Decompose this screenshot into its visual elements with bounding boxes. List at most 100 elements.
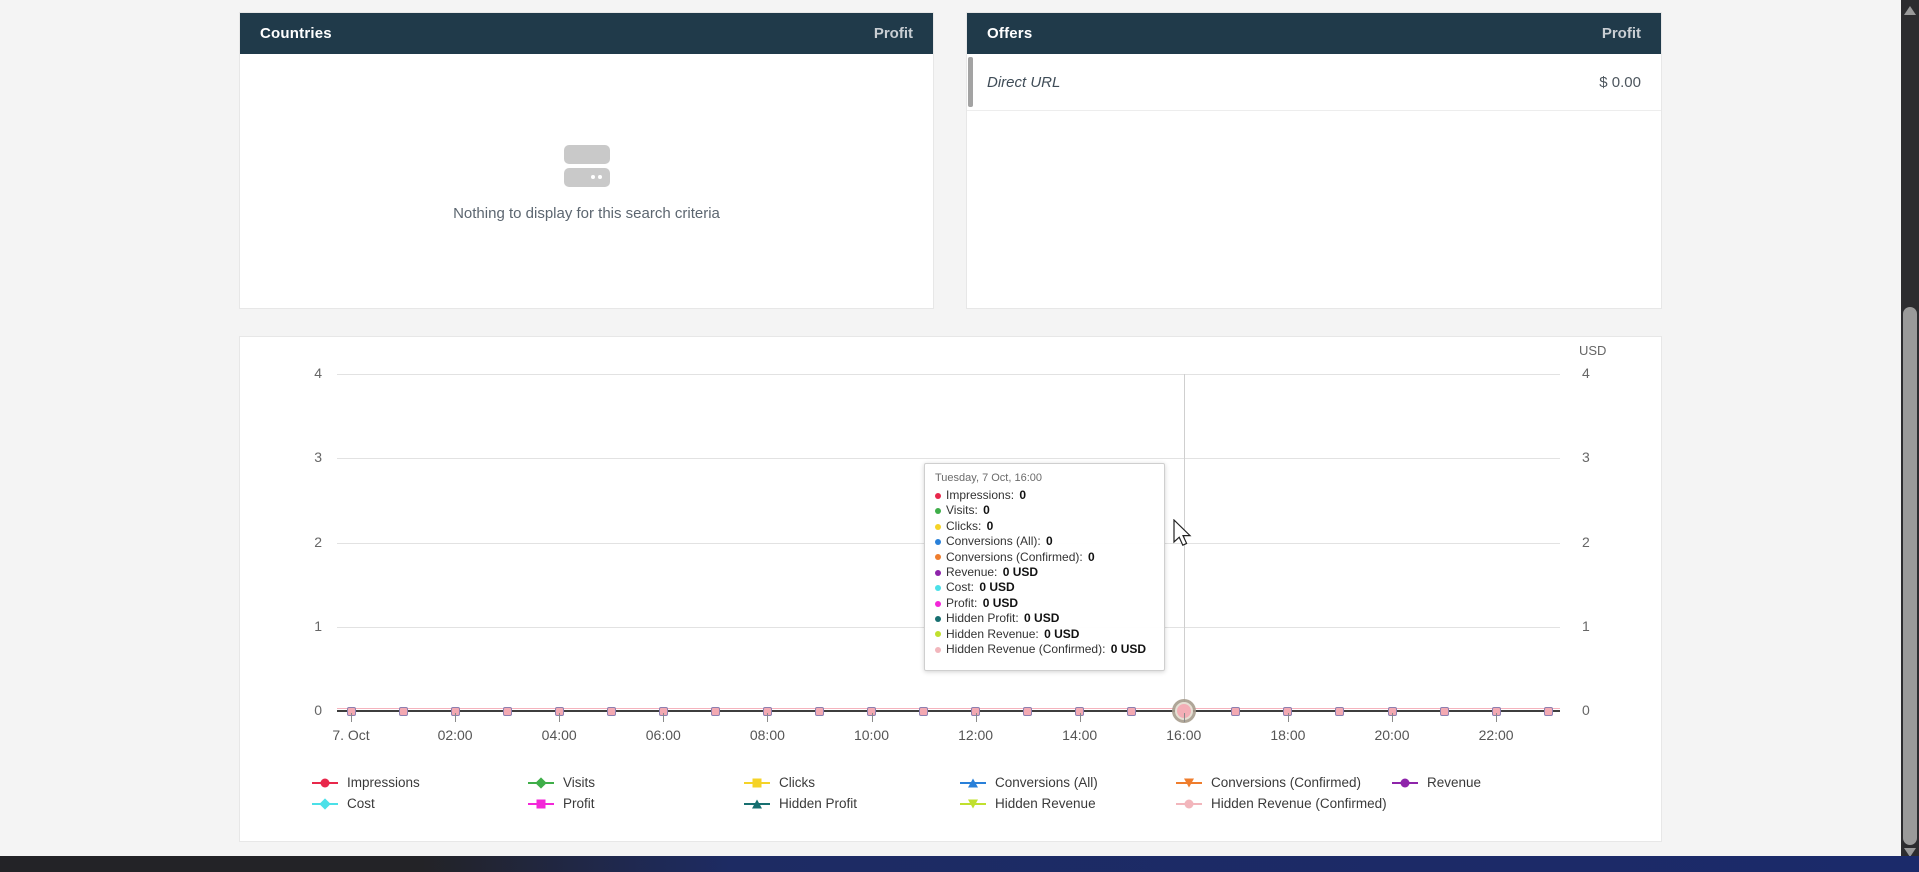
series-line-overlap [337, 708, 1560, 709]
tooltip-item-text: Visits: 0 [946, 503, 990, 518]
offers-profit-column-label: Profit [1602, 25, 1641, 42]
tooltip-item: Hidden Profit: 0 USD [935, 611, 1154, 626]
legend-marker [960, 798, 986, 810]
tooltip-item-text: Hidden Revenue: 0 USD [946, 627, 1079, 642]
offer-row[interactable]: Direct URL $ 0.00 [967, 54, 1661, 111]
chart-point[interactable] [919, 707, 928, 716]
x-axis-tick-label: 14:00 [1045, 727, 1115, 743]
tooltip-item-value: 0 USD [983, 596, 1018, 610]
legend-label: Conversions (Confirmed) [1211, 775, 1361, 790]
triangle-up-marker-icon [752, 799, 762, 808]
tooltip-item-text: Revenue: 0 USD [946, 565, 1038, 580]
server-icon-dot [598, 175, 602, 179]
tooltip-series-bullet-icon [935, 616, 941, 622]
chart-point[interactable] [1544, 707, 1553, 716]
chart-point[interactable] [711, 707, 720, 716]
tooltip-item: Visits: 0 [935, 503, 1154, 518]
x-axis-tick [455, 713, 456, 722]
timeseries-chart-panel: USD 00112233447. Oct02:0004:0006:0008:00… [240, 337, 1661, 841]
chart-point[interactable] [1440, 707, 1449, 716]
x-axis-tick [1288, 713, 1289, 722]
offer-name[interactable]: Direct URL [987, 74, 1060, 91]
y-axis-tick-label-left: 3 [282, 449, 322, 465]
triangle-down-marker-icon [1184, 778, 1194, 787]
tooltip-item: Revenue: 0 USD [935, 565, 1154, 580]
offers-panel: Offers Profit Direct URL $ 0.00 [967, 13, 1661, 308]
legend-label: Hidden Revenue [995, 796, 1096, 811]
legend-item[interactable]: Hidden Profit [744, 793, 960, 814]
chart-point[interactable] [815, 707, 824, 716]
offers-panel-title: Offers [987, 25, 1032, 42]
legend-item[interactable]: Conversions (All) [960, 772, 1176, 793]
chart-point[interactable] [607, 707, 616, 716]
offers-list-scrollbar-thumb[interactable] [968, 57, 973, 107]
y-axis-tick-label-left: 0 [282, 702, 322, 718]
taskbar-edge [0, 856, 1919, 872]
tooltip-item: Cost: 0 USD [935, 580, 1154, 595]
legend-item[interactable]: Cost [312, 793, 528, 814]
x-axis-tick [1496, 713, 1497, 722]
legend-marker [528, 798, 554, 810]
legend-marker [312, 798, 338, 810]
y-gridline [337, 374, 1560, 375]
legend-label: Hidden Profit [779, 796, 857, 811]
x-axis-tick [976, 713, 977, 722]
tooltip-item-text: Clicks: 0 [946, 519, 993, 534]
legend-marker [744, 798, 770, 810]
legend-item[interactable]: Profit [528, 793, 744, 814]
legend-marker [960, 777, 986, 789]
server-icon-bottom-bar [564, 168, 610, 187]
chart-point[interactable] [1023, 707, 1032, 716]
y-axis-tick-label-right: 3 [1582, 449, 1622, 465]
legend-marker [528, 777, 554, 789]
legend-label: Revenue [1427, 775, 1481, 790]
legend-item[interactable]: Hidden Revenue [960, 793, 1176, 814]
square-marker-icon [753, 778, 762, 787]
chart-point[interactable] [1335, 707, 1344, 716]
legend-item[interactable]: Conversions (Confirmed) [1176, 772, 1392, 793]
legend-item[interactable]: Impressions [312, 772, 528, 793]
tooltip-item: Clicks: 0 [935, 519, 1154, 534]
mouse-cursor [1173, 519, 1193, 554]
chart-point[interactable] [399, 707, 408, 716]
legend-marker [1176, 777, 1202, 789]
countries-panel: Countries Profit Nothing to display for … [240, 13, 933, 308]
legend-item[interactable]: Visits [528, 772, 744, 793]
page-scrollbar-thumb[interactable] [1903, 307, 1917, 845]
tooltip-item-value: 0 USD [1003, 565, 1038, 579]
x-axis-tick-label: 7. Oct [316, 727, 386, 743]
legend-marker [1176, 798, 1202, 810]
tooltip-item-text: Impressions: 0 [946, 488, 1026, 503]
chart-point[interactable] [1231, 707, 1240, 716]
x-axis-tick-label: 06:00 [628, 727, 698, 743]
tooltip-item: Hidden Revenue: 0 USD [935, 627, 1154, 642]
tooltip-item-value: 0 [987, 519, 994, 533]
legend-marker [312, 777, 338, 789]
x-axis-line [337, 710, 1560, 712]
y-axis-tick-label-right: 4 [1582, 365, 1622, 381]
y-gridline [337, 458, 1560, 459]
legend-item[interactable]: Clicks [744, 772, 960, 793]
chart-point[interactable] [1127, 707, 1136, 716]
chart-point[interactable] [503, 707, 512, 716]
offers-panel-header: Offers Profit [967, 13, 1661, 54]
x-axis-tick [351, 713, 352, 722]
tooltip-item-text: Conversions (All): 0 [946, 534, 1053, 549]
circle-marker-icon [321, 778, 330, 787]
legend-item[interactable]: Hidden Revenue (Confirmed) [1176, 793, 1392, 814]
tooltip-item: Impressions: 0 [935, 488, 1154, 503]
chart-tooltip: Tuesday, 7 Oct, 16:00 Impressions: 0Visi… [924, 463, 1165, 671]
server-icon-top-bar [564, 145, 610, 164]
legend-marker [1392, 777, 1418, 789]
y-axis-unit-label: USD [1579, 343, 1606, 358]
tooltip-item-value: 0 [983, 503, 990, 517]
legend-item[interactable]: Revenue [1392, 772, 1608, 793]
x-axis-tick [663, 713, 664, 722]
scrollbar-up-arrow-icon[interactable] [1904, 6, 1916, 15]
tooltip-item: Profit: 0 USD [935, 596, 1154, 611]
triangle-up-marker-icon [968, 778, 978, 787]
y-axis-tick-label-left: 1 [282, 618, 322, 634]
y-axis-tick-label-right: 2 [1582, 534, 1622, 550]
tooltip-item-value: 0 USD [1024, 611, 1059, 625]
tooltip-item-value: 0 [1019, 488, 1026, 502]
